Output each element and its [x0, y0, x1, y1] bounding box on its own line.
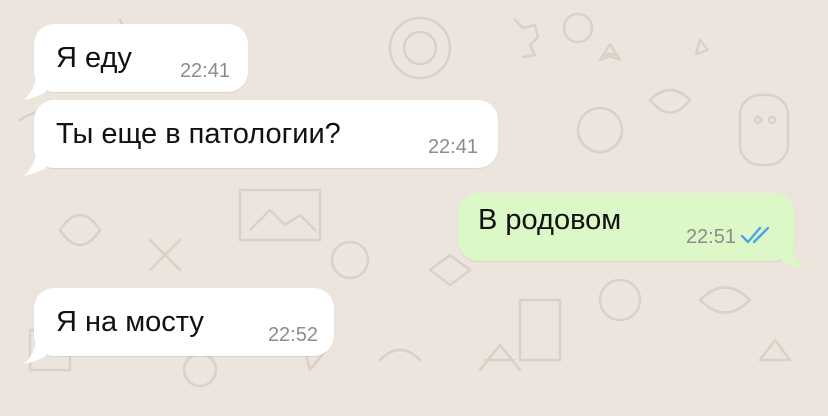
bubble-tail — [782, 247, 804, 269]
message-time: 22:41 — [179, 60, 230, 82]
message-text: Ты еще в патологии? — [56, 118, 341, 150]
message-time: 22:52 — [267, 324, 318, 346]
message-time: 22:41 — [427, 136, 478, 158]
message-bubble-incoming[interactable]: Я на мосту 22:52 — [24, 288, 334, 364]
message-bubble-incoming[interactable]: Я еду 22:41 — [24, 24, 248, 100]
message-text: В родовом — [478, 204, 622, 236]
double-check-icon — [740, 226, 770, 244]
message-bubble-outgoing[interactable]: В родовом 22:51 — [458, 193, 804, 269]
message-text: Я еду — [56, 42, 132, 74]
bubble-tail — [24, 342, 46, 364]
message-bubble-incoming[interactable]: Ты еще в патологии? 22:41 — [24, 100, 498, 176]
bubble-tail — [24, 154, 46, 176]
message-text: Я на мосту — [56, 306, 204, 338]
bubble-tail — [24, 78, 46, 100]
message-time: 22:51 — [685, 226, 736, 248]
